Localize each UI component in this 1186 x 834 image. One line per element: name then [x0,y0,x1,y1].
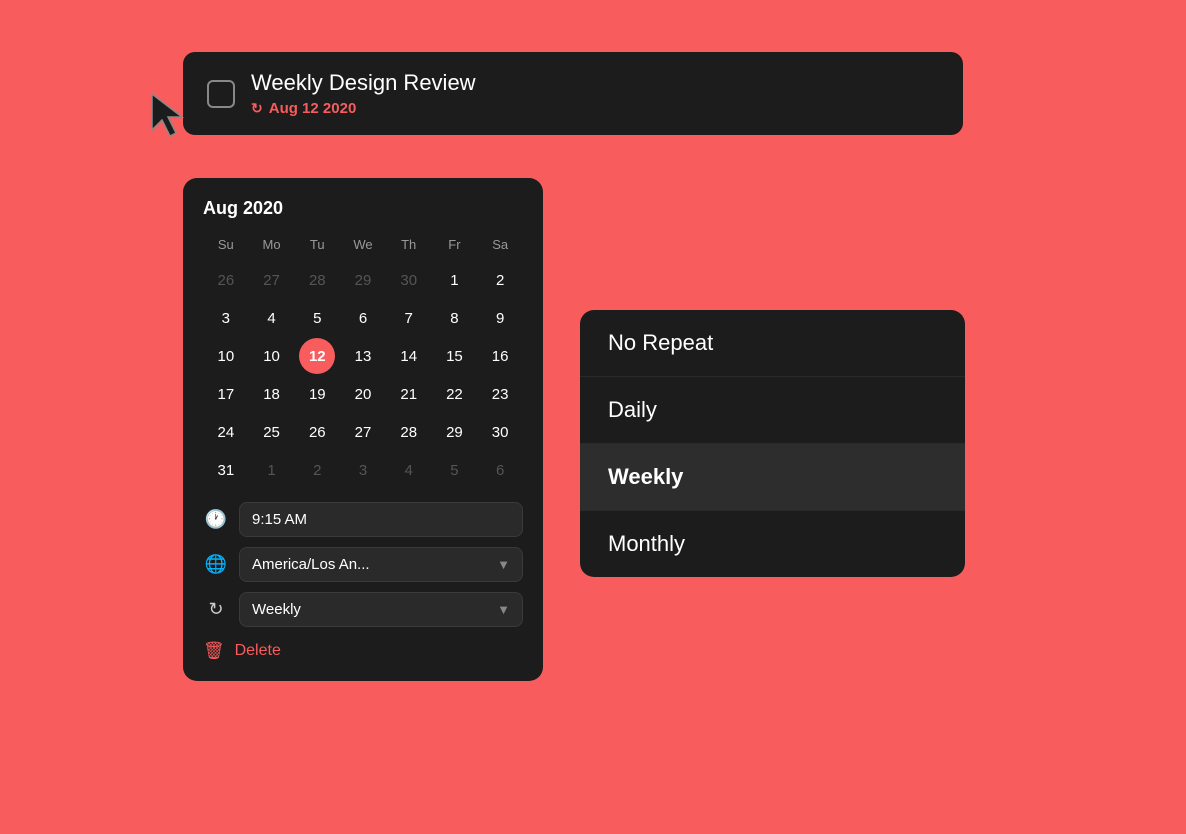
recurrence-date: Aug 12 2020 [269,100,357,117]
day-name-we: We [340,233,386,256]
cal-day[interactable]: 29 [345,262,381,298]
trash-icon: 🗑 [203,641,225,661]
cal-day[interactable]: 18 [254,376,290,412]
cal-day[interactable]: 25 [254,414,290,450]
cal-day[interactable]: 28 [391,414,427,450]
globe-icon: 🌐 [203,554,229,575]
cal-day[interactable]: 20 [345,376,381,412]
calendar-weeks: 26 27 28 29 30 1 2 3 4 5 6 7 8 9 10 10 [203,262,523,488]
cal-day[interactable]: 24 [208,414,244,450]
cal-day[interactable]: 30 [391,262,427,298]
cal-day[interactable]: 28 [299,262,335,298]
task-title: Weekly Design Review [251,70,476,96]
calendar-week-1: 26 27 28 29 30 1 2 [203,262,523,298]
day-name-mo: Mo [249,233,295,256]
cal-day[interactable]: 10 [208,338,244,374]
cal-day[interactable]: 7 [391,300,427,336]
cal-day[interactable]: 14 [391,338,427,374]
cal-day[interactable]: 30 [482,414,518,450]
delete-label: Delete [235,642,281,660]
calendar-grid: Su Mo Tu We Th Fr Sa 26 27 28 29 30 1 2 … [203,233,523,488]
task-bar: Weekly Design Review ↻ Aug 12 2020 [183,52,963,135]
cal-day[interactable]: 6 [482,452,518,488]
cal-day[interactable]: 2 [482,262,518,298]
task-recurrence: ↻ Aug 12 2020 [251,100,476,117]
cal-day[interactable]: 17 [208,376,244,412]
cal-day[interactable]: 29 [436,414,472,450]
delete-row[interactable]: 🗑 Delete [203,637,523,661]
cal-day[interactable]: 23 [482,376,518,412]
task-info: Weekly Design Review ↻ Aug 12 2020 [251,70,476,117]
repeat-option-weekly[interactable]: Weekly [580,444,965,511]
cal-day[interactable]: 15 [436,338,472,374]
calendar-week-5: 24 25 26 27 28 29 30 [203,414,523,450]
calendar-week-6: 31 1 2 3 4 5 6 [203,452,523,488]
cal-day[interactable]: 9 [482,300,518,336]
cal-day[interactable]: 5 [436,452,472,488]
cal-day[interactable]: 27 [345,414,381,450]
cal-day[interactable]: 4 [391,452,427,488]
repeat-control-row: ↻ Weekly ▼ [203,592,523,627]
cal-day[interactable]: 1 [436,262,472,298]
cal-day[interactable]: 19 [299,376,335,412]
cal-day[interactable]: 6 [345,300,381,336]
repeat-icon: ↻ [203,599,229,620]
repeat-option-no-repeat[interactable]: No Repeat [580,310,965,377]
calendar-panel: Aug 2020 Su Mo Tu We Th Fr Sa 26 27 28 2… [183,178,543,681]
cal-day[interactable]: 26 [208,262,244,298]
repeat-options-panel: No Repeat Daily Weekly Monthly [580,310,965,577]
day-name-tu: Tu [294,233,340,256]
timezone-input[interactable]: America/Los An... ▼ [239,547,523,582]
cal-day[interactable]: 21 [391,376,427,412]
time-input[interactable]: 9:15 AM [239,502,523,537]
cal-day[interactable]: 13 [345,338,381,374]
cal-day[interactable]: 10 [254,338,290,374]
cal-day[interactable]: 3 [345,452,381,488]
cal-day[interactable]: 3 [208,300,244,336]
time-control-row: 🕐 9:15 AM [203,502,523,537]
clock-icon: 🕐 [203,509,229,530]
cal-day[interactable]: 26 [299,414,335,450]
calendar-month-title: Aug 2020 [203,198,523,219]
calendar-week-2: 3 4 5 6 7 8 9 [203,300,523,336]
cal-day[interactable]: 16 [482,338,518,374]
repeat-option-daily[interactable]: Daily [580,377,965,444]
calendar-controls: 🕐 9:15 AM 🌐 America/Los An... ▼ ↻ Weekly… [203,502,523,661]
timezone-value: America/Los An... [252,556,370,573]
cal-day[interactable]: 8 [436,300,472,336]
calendar-week-3: 10 10 12 13 14 15 16 [203,338,523,374]
cal-day[interactable]: 1 [254,452,290,488]
repeat-option-monthly[interactable]: Monthly [580,511,965,577]
cal-day[interactable]: 4 [254,300,290,336]
timezone-control-row: 🌐 America/Los An... ▼ [203,547,523,582]
calendar-week-4: 17 18 19 20 21 22 23 [203,376,523,412]
day-name-th: Th [386,233,432,256]
task-checkbox[interactable] [207,80,235,108]
day-name-fr: Fr [432,233,478,256]
cal-day[interactable]: 2 [299,452,335,488]
time-value: 9:15 AM [252,511,307,528]
repeat-input[interactable]: Weekly ▼ [239,592,523,627]
recurrence-icon: ↻ [251,100,263,117]
day-name-sa: Sa [477,233,523,256]
calendar-header: Su Mo Tu We Th Fr Sa [203,233,523,256]
day-name-su: Su [203,233,249,256]
repeat-dropdown-arrow: ▼ [497,602,510,617]
repeat-value: Weekly [252,601,301,618]
cal-day[interactable]: 5 [299,300,335,336]
timezone-dropdown-arrow: ▼ [497,557,510,572]
cal-day[interactable]: 31 [208,452,244,488]
cal-day-selected[interactable]: 12 [299,338,335,374]
cal-day[interactable]: 27 [254,262,290,298]
cal-day[interactable]: 22 [436,376,472,412]
